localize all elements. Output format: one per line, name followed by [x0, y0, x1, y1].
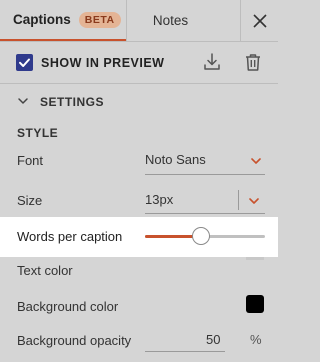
font-select[interactable]: Noto Sans: [145, 147, 265, 175]
size-select[interactable]: 13px: [145, 186, 265, 214]
background-opacity-input[interactable]: 50: [206, 332, 220, 347]
background-opacity-label: Background opacity: [17, 333, 132, 348]
font-label: Font: [17, 153, 44, 168]
font-select-value: Noto Sans: [145, 152, 206, 167]
text-color-label: Text color: [17, 263, 73, 278]
font-select-underline: [145, 174, 265, 175]
background-color-swatch[interactable]: [246, 295, 264, 313]
words-per-caption-slider-thumb[interactable]: [192, 227, 210, 245]
show-in-preview-checkbox[interactable]: [16, 54, 33, 71]
delete-button[interactable]: [244, 52, 262, 75]
size-select-underline: [145, 213, 265, 214]
style-heading: STYLE: [17, 126, 59, 140]
size-select-value: 13px: [145, 192, 174, 207]
close-icon: [252, 13, 267, 28]
size-label: Size: [17, 193, 43, 208]
chevron-down-icon: [249, 198, 259, 204]
text-color-swatch[interactable]: [246, 257, 264, 260]
settings-section-toggle[interactable]: SETTINGS: [0, 85, 278, 119]
settings-section-label: SETTINGS: [40, 95, 105, 109]
tab-bar: Captions BETA Notes: [0, 0, 278, 42]
chevron-down-icon: [18, 98, 28, 104]
background-opacity-unit: %: [250, 332, 262, 347]
download-icon: [204, 53, 220, 70]
tab-notes-label: Notes: [152, 13, 189, 28]
trash-icon: [246, 54, 260, 71]
tab-captions-label: Captions: [13, 12, 71, 27]
chevron-down-icon: [251, 158, 261, 164]
background-color-label: Background color: [17, 299, 119, 314]
size-select-divider: [238, 190, 239, 210]
show-in-preview-label: SHOW IN PREVIEW: [41, 56, 165, 70]
beta-badge: BETA: [78, 11, 121, 28]
show-in-preview-row: SHOW IN PREVIEW: [0, 42, 278, 84]
background-opacity-underline: [145, 351, 225, 352]
tab-captions[interactable]: Captions BETA: [0, 0, 126, 41]
words-per-caption-label: Words per caption: [17, 229, 123, 244]
close-button[interactable]: [240, 0, 278, 41]
download-button[interactable]: [202, 52, 222, 75]
checkmark-icon: [19, 58, 30, 67]
tab-notes[interactable]: Notes: [126, 0, 240, 41]
